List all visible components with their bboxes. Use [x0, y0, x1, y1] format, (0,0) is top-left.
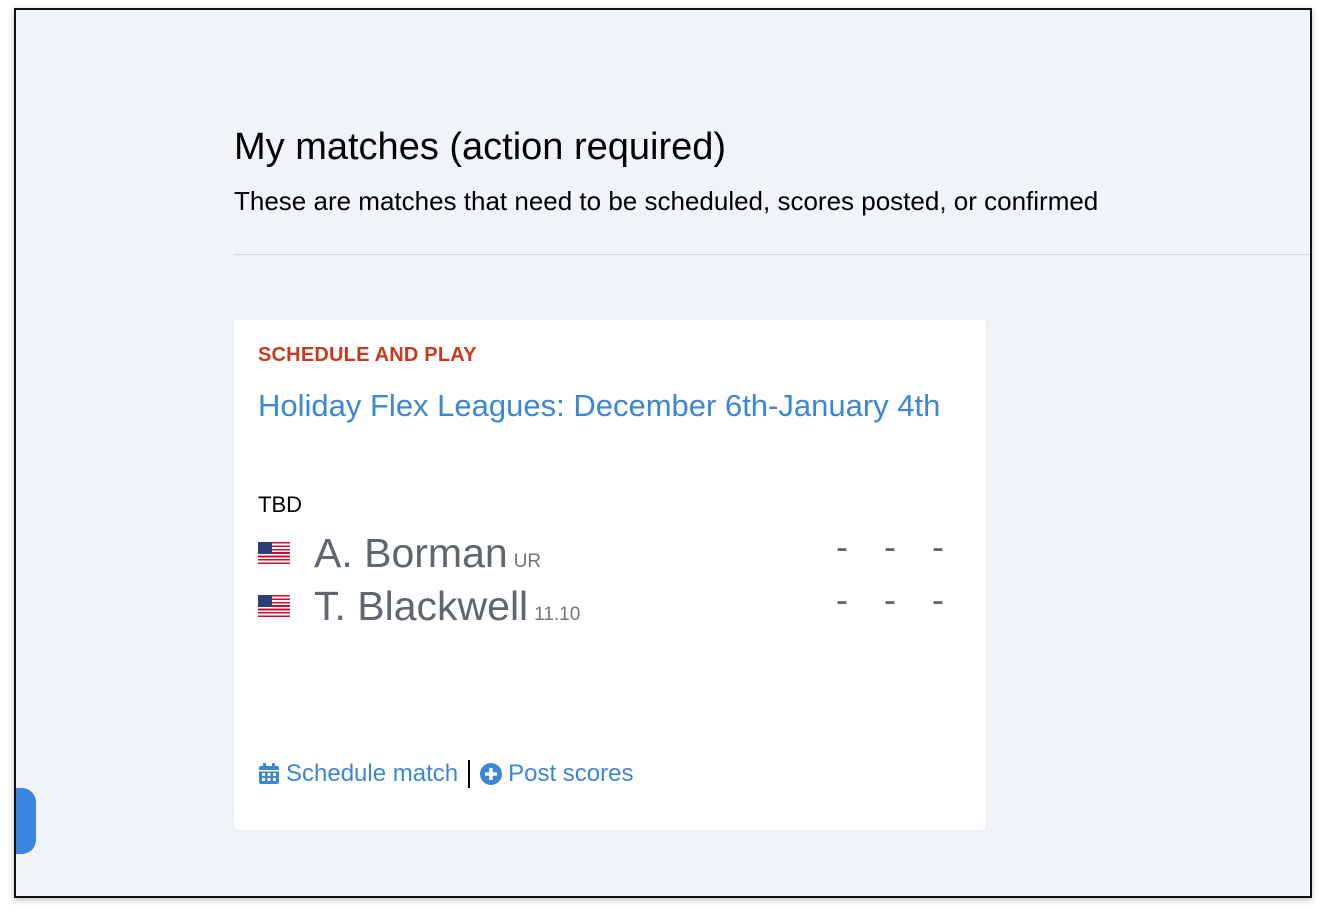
status-badge: SCHEDULE AND PLAY	[258, 344, 477, 366]
player-rating: UR	[513, 551, 542, 572]
score-value: -	[932, 526, 944, 567]
score-value: -	[932, 579, 944, 620]
score-set: ---	[818, 526, 962, 568]
schedule-match-button[interactable]: Schedule match	[258, 760, 458, 788]
match-card: SCHEDULE AND PLAY Holiday Flex Leagues: …	[234, 320, 986, 830]
schedule-match-label: Schedule match	[286, 760, 459, 787]
player-name[interactable]: A. Borman UR	[314, 530, 541, 577]
post-scores-label: Post scores	[508, 760, 634, 787]
page-title: My matches (action required)	[234, 126, 727, 168]
player-row: A. Borman UR ---	[258, 526, 958, 580]
player-row: T. Blackwell 11.10 ---	[258, 579, 958, 633]
score-set: ---	[818, 579, 962, 621]
score-value: -	[836, 579, 848, 620]
us-flag-icon	[258, 595, 290, 617]
calendar-icon	[259, 763, 279, 784]
match-time: TBD	[258, 492, 302, 517]
app-window: My matches (action required) These are m…	[14, 8, 1312, 898]
page-subtitle: These are matches that need to be schedu…	[234, 186, 1099, 216]
help-widget-tab[interactable]	[16, 788, 36, 854]
us-flag-icon	[258, 542, 290, 564]
player-name-text: A. Borman	[314, 530, 508, 576]
section-divider	[234, 254, 1310, 255]
plus-circle-icon	[480, 763, 503, 785]
match-actions: Schedule match Post scores	[258, 760, 634, 788]
league-link[interactable]: Holiday Flex Leagues: December 6th-Janua…	[258, 386, 958, 425]
post-scores-button[interactable]: Post scores	[480, 760, 634, 788]
score-value: -	[836, 526, 848, 567]
player-name-text: T. Blackwell	[314, 583, 529, 629]
score-value: -	[884, 526, 896, 567]
score-value: -	[884, 579, 896, 620]
player-name[interactable]: T. Blackwell 11.10	[314, 583, 580, 630]
action-separator	[468, 760, 471, 788]
player-rating: 11.10	[534, 604, 581, 625]
